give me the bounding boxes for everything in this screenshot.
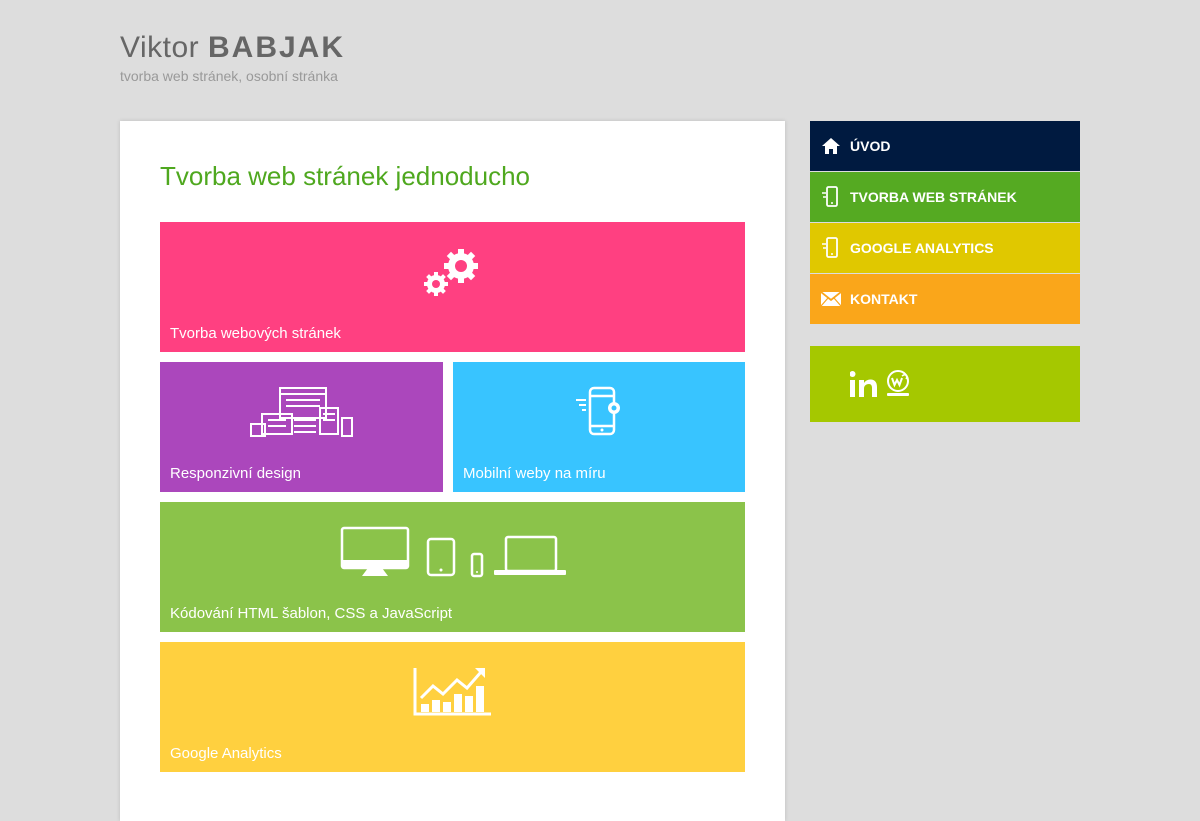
tile-label: Tvorba webových stránek bbox=[170, 325, 341, 342]
linkedin-link[interactable] bbox=[849, 371, 877, 402]
devices-icon bbox=[340, 526, 566, 578]
envelope-icon bbox=[820, 288, 842, 310]
nav-item-label: TVORBA WEB STRÁNEK bbox=[850, 189, 1017, 205]
nav-item-label: ÚVOD bbox=[850, 138, 891, 154]
nav-item-google-analytics[interactable]: GOOGLE ANALYTICS bbox=[810, 223, 1080, 273]
responsive-devices-icon bbox=[250, 387, 353, 437]
tile-html-coding[interactable]: Kódování HTML šablon, CSS a JavaScript bbox=[160, 502, 745, 632]
tile-responsive-design[interactable]: Responzivní design bbox=[160, 362, 443, 492]
main-navigation: ÚVOD TVORBA WEB STRÁNEK GOOGLE ANALYTICS… bbox=[810, 121, 1080, 325]
gears-icon bbox=[424, 249, 478, 296]
growth-chart-icon bbox=[413, 668, 491, 716]
tile-label: Mobilní weby na míru bbox=[463, 465, 606, 482]
site-title-last-name: BABJAK bbox=[208, 31, 346, 64]
social-links bbox=[810, 346, 1080, 422]
tile-web-development[interactable]: Tvorba webových stránek bbox=[160, 222, 745, 352]
content-panel: Tvorba web stránek jednoducho Tvorba web… bbox=[120, 121, 785, 821]
tile-google-analytics[interactable]: Google Analytics bbox=[160, 642, 745, 772]
tile-label: Google Analytics bbox=[170, 745, 282, 762]
mobile-touch-icon bbox=[820, 237, 842, 259]
home-icon bbox=[820, 135, 842, 157]
nav-item-kontakt[interactable]: KONTAKT bbox=[810, 274, 1080, 324]
page-heading: Tvorba web stránek jednoducho bbox=[160, 161, 531, 191]
tile-label: Kódování HTML šablon, CSS a JavaScript bbox=[170, 605, 453, 622]
nav-item-label: KONTAKT bbox=[850, 291, 918, 307]
wedos-icon bbox=[887, 370, 909, 396]
tile-mobile-web[interactable]: Mobilní weby na míru bbox=[453, 362, 745, 492]
linkedin-icon bbox=[849, 371, 877, 397]
site-header: Viktor BABJAK tvorba web stránek, osobní… bbox=[120, 30, 345, 84]
site-subtitle: tvorba web stránek, osobní stránka bbox=[120, 68, 338, 84]
tile-label: Responzivní design bbox=[170, 465, 301, 482]
mobile-touch-icon bbox=[820, 186, 842, 208]
site-title-first-name: Viktor bbox=[120, 31, 200, 64]
nav-item-tvorba-web-stranek[interactable]: TVORBA WEB STRÁNEK bbox=[810, 172, 1080, 222]
mobile-settings-icon bbox=[576, 386, 620, 436]
nav-item-uvod[interactable]: ÚVOD bbox=[810, 121, 1080, 171]
nav-item-label: GOOGLE ANALYTICS bbox=[850, 240, 994, 256]
wedos-link[interactable] bbox=[886, 370, 912, 403]
site-title[interactable]: Viktor BABJAK bbox=[120, 30, 345, 66]
